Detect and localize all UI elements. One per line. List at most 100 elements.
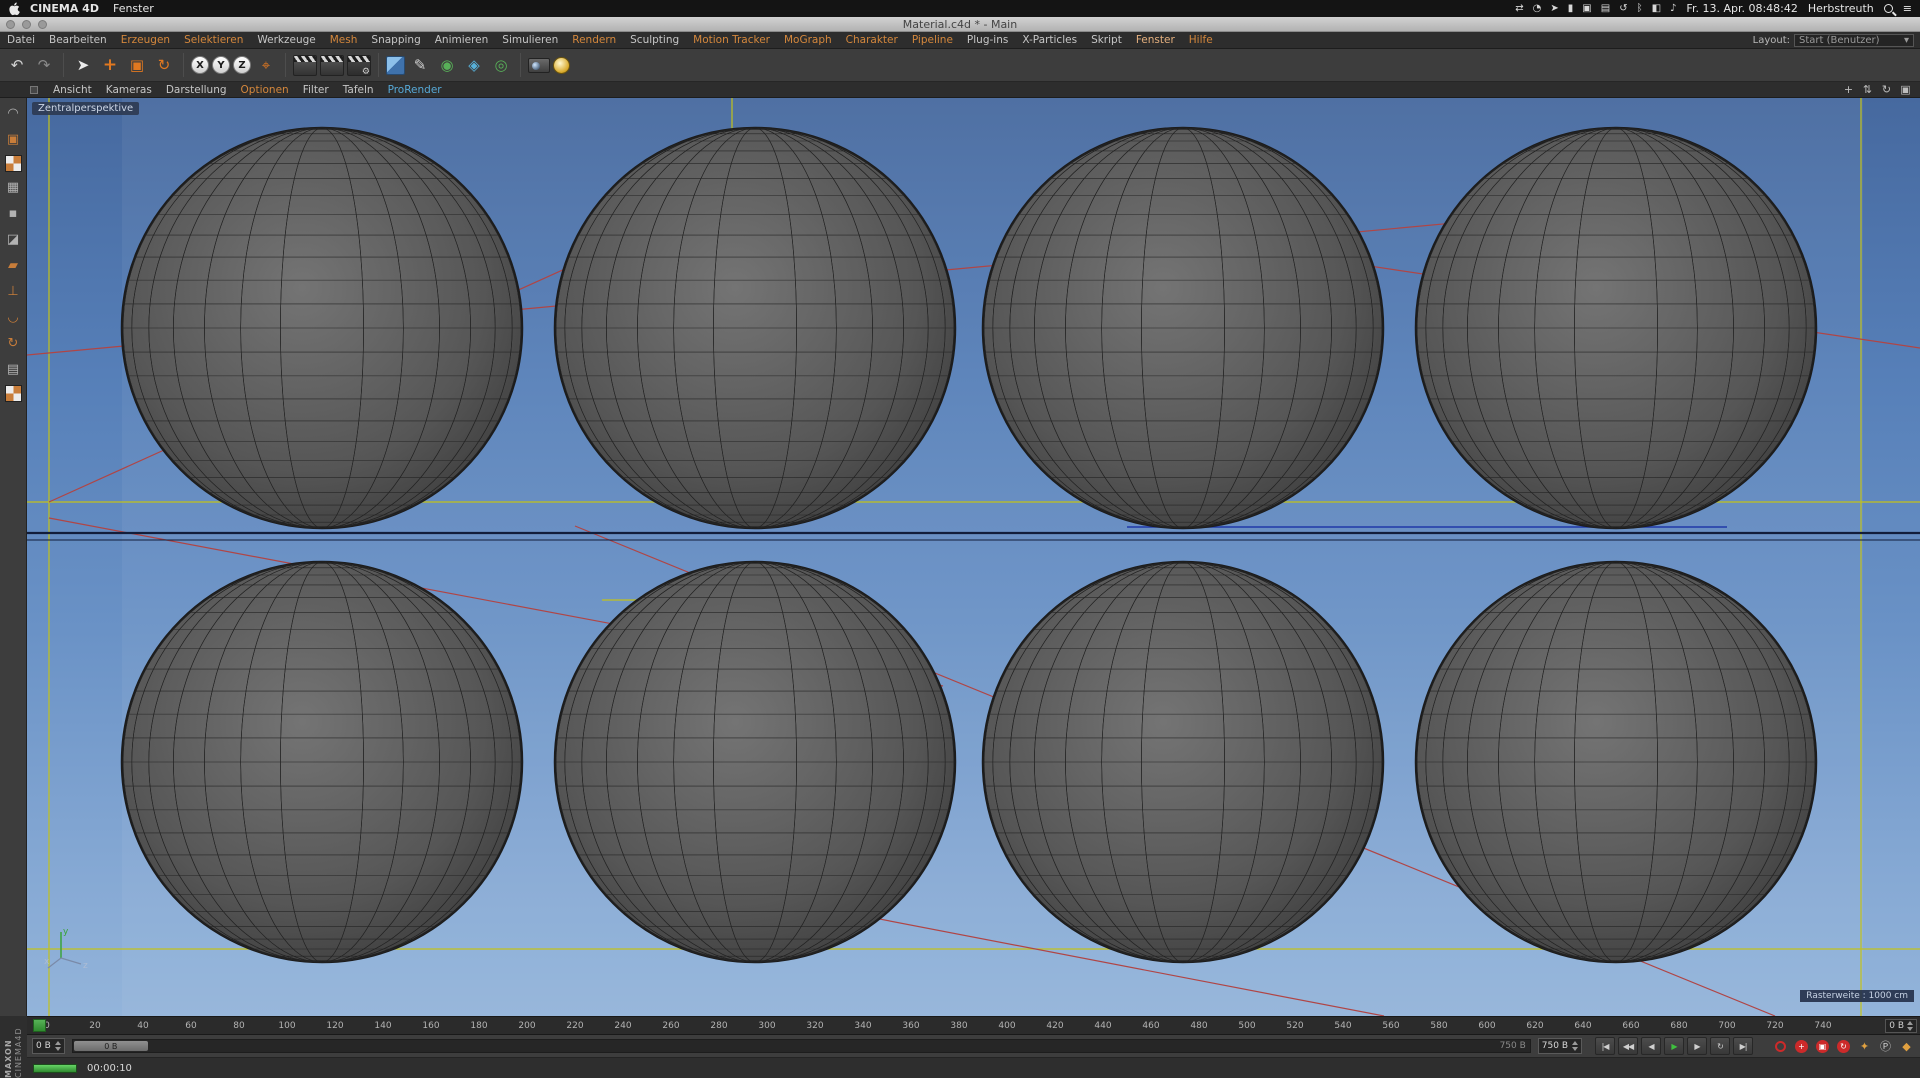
wireframe-sphere[interactable]: [120, 126, 524, 530]
menu-sculpting[interactable]: Sculpting: [623, 34, 686, 46]
loop-button[interactable]: ↻: [1710, 1037, 1730, 1055]
texture-tile-button[interactable]: [4, 385, 22, 402]
range-end-stepper[interactable]: 750 B: [1537, 1038, 1582, 1054]
current-frame-box[interactable]: 0 B: [1885, 1019, 1917, 1033]
autokey-rotation-button[interactable]: ↻: [1835, 1038, 1852, 1055]
menu-fenster[interactable]: Fenster: [1129, 34, 1182, 46]
menu-snapping[interactable]: Snapping: [364, 34, 427, 46]
points-mode-button[interactable]: ▪: [3, 203, 24, 224]
add-cube-button[interactable]: [386, 55, 405, 75]
prev-key-button[interactable]: ◀◀: [1618, 1037, 1638, 1055]
menu-rendern[interactable]: Rendern: [565, 34, 623, 46]
keyframe-selection-button[interactable]: ✦: [1856, 1038, 1873, 1055]
wireframe-sphere[interactable]: [1414, 560, 1818, 964]
display-icon[interactable]: ▣: [1582, 3, 1591, 14]
viewport-menu-kameras[interactable]: Kameras: [99, 84, 159, 96]
play-button[interactable]: ▶: [1664, 1037, 1684, 1055]
volume-icon[interactable]: ♪: [1670, 3, 1676, 14]
macos-clock[interactable]: Fr. 13. Apr. 08:48:42: [1686, 2, 1797, 15]
add-generator-button[interactable]: ◈: [462, 53, 486, 77]
wireframe-sphere[interactable]: [553, 126, 957, 530]
lock-workplane-button[interactable]: ▤: [3, 359, 24, 380]
menu-simulieren[interactable]: Simulieren: [495, 34, 565, 46]
zoom-window-button[interactable]: [38, 20, 47, 29]
undo-button[interactable]: ↶: [5, 53, 29, 77]
macos-app-name[interactable]: CINEMA 4D: [30, 2, 99, 15]
add-subdivision-surface-button[interactable]: ◉: [435, 53, 459, 77]
layout-dropdown[interactable]: Start (Benutzer) ▾: [1794, 33, 1914, 47]
viewport-menu-darstellung[interactable]: Darstellung: [159, 84, 234, 96]
x-axis-lock-button[interactable]: X: [191, 56, 209, 74]
texture-mode-button[interactable]: [4, 155, 22, 172]
live-selection-tool[interactable]: ➤: [71, 53, 95, 77]
macos-user-menu[interactable]: Herbstreuth: [1808, 2, 1874, 15]
goto-start-button[interactable]: |◀: [1595, 1037, 1615, 1055]
record-keyframe-button[interactable]: [1772, 1038, 1789, 1055]
scene-canvas[interactable]: [27, 98, 1920, 1016]
dolly-view-icon[interactable]: ⇅: [1861, 83, 1874, 96]
next-frame-button[interactable]: ▶: [1687, 1037, 1707, 1055]
menu-mesh[interactable]: Mesh: [323, 34, 365, 46]
perspective-viewport[interactable]: Zentralperspektive Rasterweite : 1000 cm…: [27, 98, 1920, 1016]
add-light-button[interactable]: [553, 56, 570, 74]
menu-hilfe[interactable]: Hilfe: [1182, 34, 1220, 46]
menu-mograph[interactable]: MoGraph: [777, 34, 839, 46]
pan-view-icon[interactable]: +: [1842, 83, 1855, 96]
wireframe-sphere[interactable]: [1414, 126, 1818, 530]
timeline-ruler[interactable]: 0 20 40 60 80 100 120 140 160 180 200 220 240 260 280 3…: [27, 1016, 1920, 1035]
menu-werkzeuge[interactable]: Werkzeuge: [250, 34, 322, 46]
rotate-tool[interactable]: ↻: [152, 53, 176, 77]
autokey-scale-button[interactable]: ▣: [1814, 1038, 1831, 1055]
menu-bearbeiten[interactable]: Bearbeiten: [42, 34, 114, 46]
airplay-icon[interactable]: ◧: [1652, 3, 1661, 14]
move-tool[interactable]: +: [98, 53, 122, 77]
bluetooth-icon[interactable]: ᛒ: [1637, 3, 1643, 14]
minimize-window-button[interactable]: [22, 20, 31, 29]
apple-menu[interactable]: [8, 1, 20, 16]
viewport-menu-prorender[interactable]: ProRender: [381, 84, 449, 96]
coordinate-system-button[interactable]: ⌖: [254, 53, 278, 77]
preview-range-slider[interactable]: 0 B 750 B: [71, 1039, 1531, 1053]
model-mode-button[interactable]: ▣: [3, 129, 24, 150]
timeline-playhead[interactable]: [33, 1019, 46, 1032]
workplane-mode-button[interactable]: ▦: [3, 177, 24, 198]
menu-datei[interactable]: Datei: [0, 34, 42, 46]
goto-end-button[interactable]: ▶|: [1733, 1037, 1753, 1055]
time-machine-icon[interactable]: ↺: [1619, 3, 1627, 14]
render-settings-button[interactable]: [347, 54, 371, 77]
sync-icon[interactable]: ⇄: [1515, 3, 1523, 14]
toggle-views-icon[interactable]: ▣: [1899, 83, 1912, 96]
polygons-mode-button[interactable]: ▰: [3, 255, 24, 276]
menu-animieren[interactable]: Animieren: [428, 34, 496, 46]
range-start-stepper[interactable]: 0 B: [32, 1038, 65, 1054]
range-slider-handle[interactable]: 0 B: [73, 1041, 148, 1051]
keyboard-icon[interactable]: ▤: [1601, 3, 1610, 14]
render-view-button[interactable]: [293, 54, 317, 76]
close-window-button[interactable]: [6, 20, 15, 29]
stepper-arrows[interactable]: [54, 1041, 61, 1051]
viewport-menu-ansicht[interactable]: Ansicht: [46, 84, 99, 96]
prev-frame-button[interactable]: ◀: [1641, 1037, 1661, 1055]
rotate-workplane-button[interactable]: ↻: [3, 333, 24, 354]
menu-erzeugen[interactable]: Erzeugen: [114, 34, 177, 46]
menu-x-particles[interactable]: X-Particles: [1015, 34, 1084, 46]
menu-pipeline[interactable]: Pipeline: [905, 34, 960, 46]
wireframe-sphere[interactable]: [553, 560, 957, 964]
menu-plug-ins[interactable]: Plug-ins: [960, 34, 1015, 46]
viewport-menu-tafeln[interactable]: Tafeln: [336, 84, 381, 96]
record-pla-button[interactable]: ◆: [1898, 1038, 1915, 1055]
menu-charakter[interactable]: Charakter: [839, 34, 905, 46]
wireframe-sphere[interactable]: [981, 560, 1385, 964]
battery-icon[interactable]: ▮: [1568, 3, 1574, 14]
stepper-arrows[interactable]: [1572, 1041, 1578, 1051]
notification-center-icon[interactable]: ≡: [1903, 2, 1912, 15]
redo-button[interactable]: ↷: [32, 53, 56, 77]
viewport-checkbox[interactable]: [30, 85, 38, 94]
wireframe-sphere[interactable]: [981, 126, 1385, 530]
viewport-menu-optionen[interactable]: Optionen: [234, 84, 296, 96]
z-axis-lock-button[interactable]: Z: [233, 56, 251, 74]
add-spline-button[interactable]: ✎: [408, 53, 432, 77]
rotate-view-icon[interactable]: ↻: [1880, 83, 1893, 96]
menu-selektieren[interactable]: Selektieren: [177, 34, 250, 46]
edges-mode-button[interactable]: ◪: [3, 229, 24, 250]
